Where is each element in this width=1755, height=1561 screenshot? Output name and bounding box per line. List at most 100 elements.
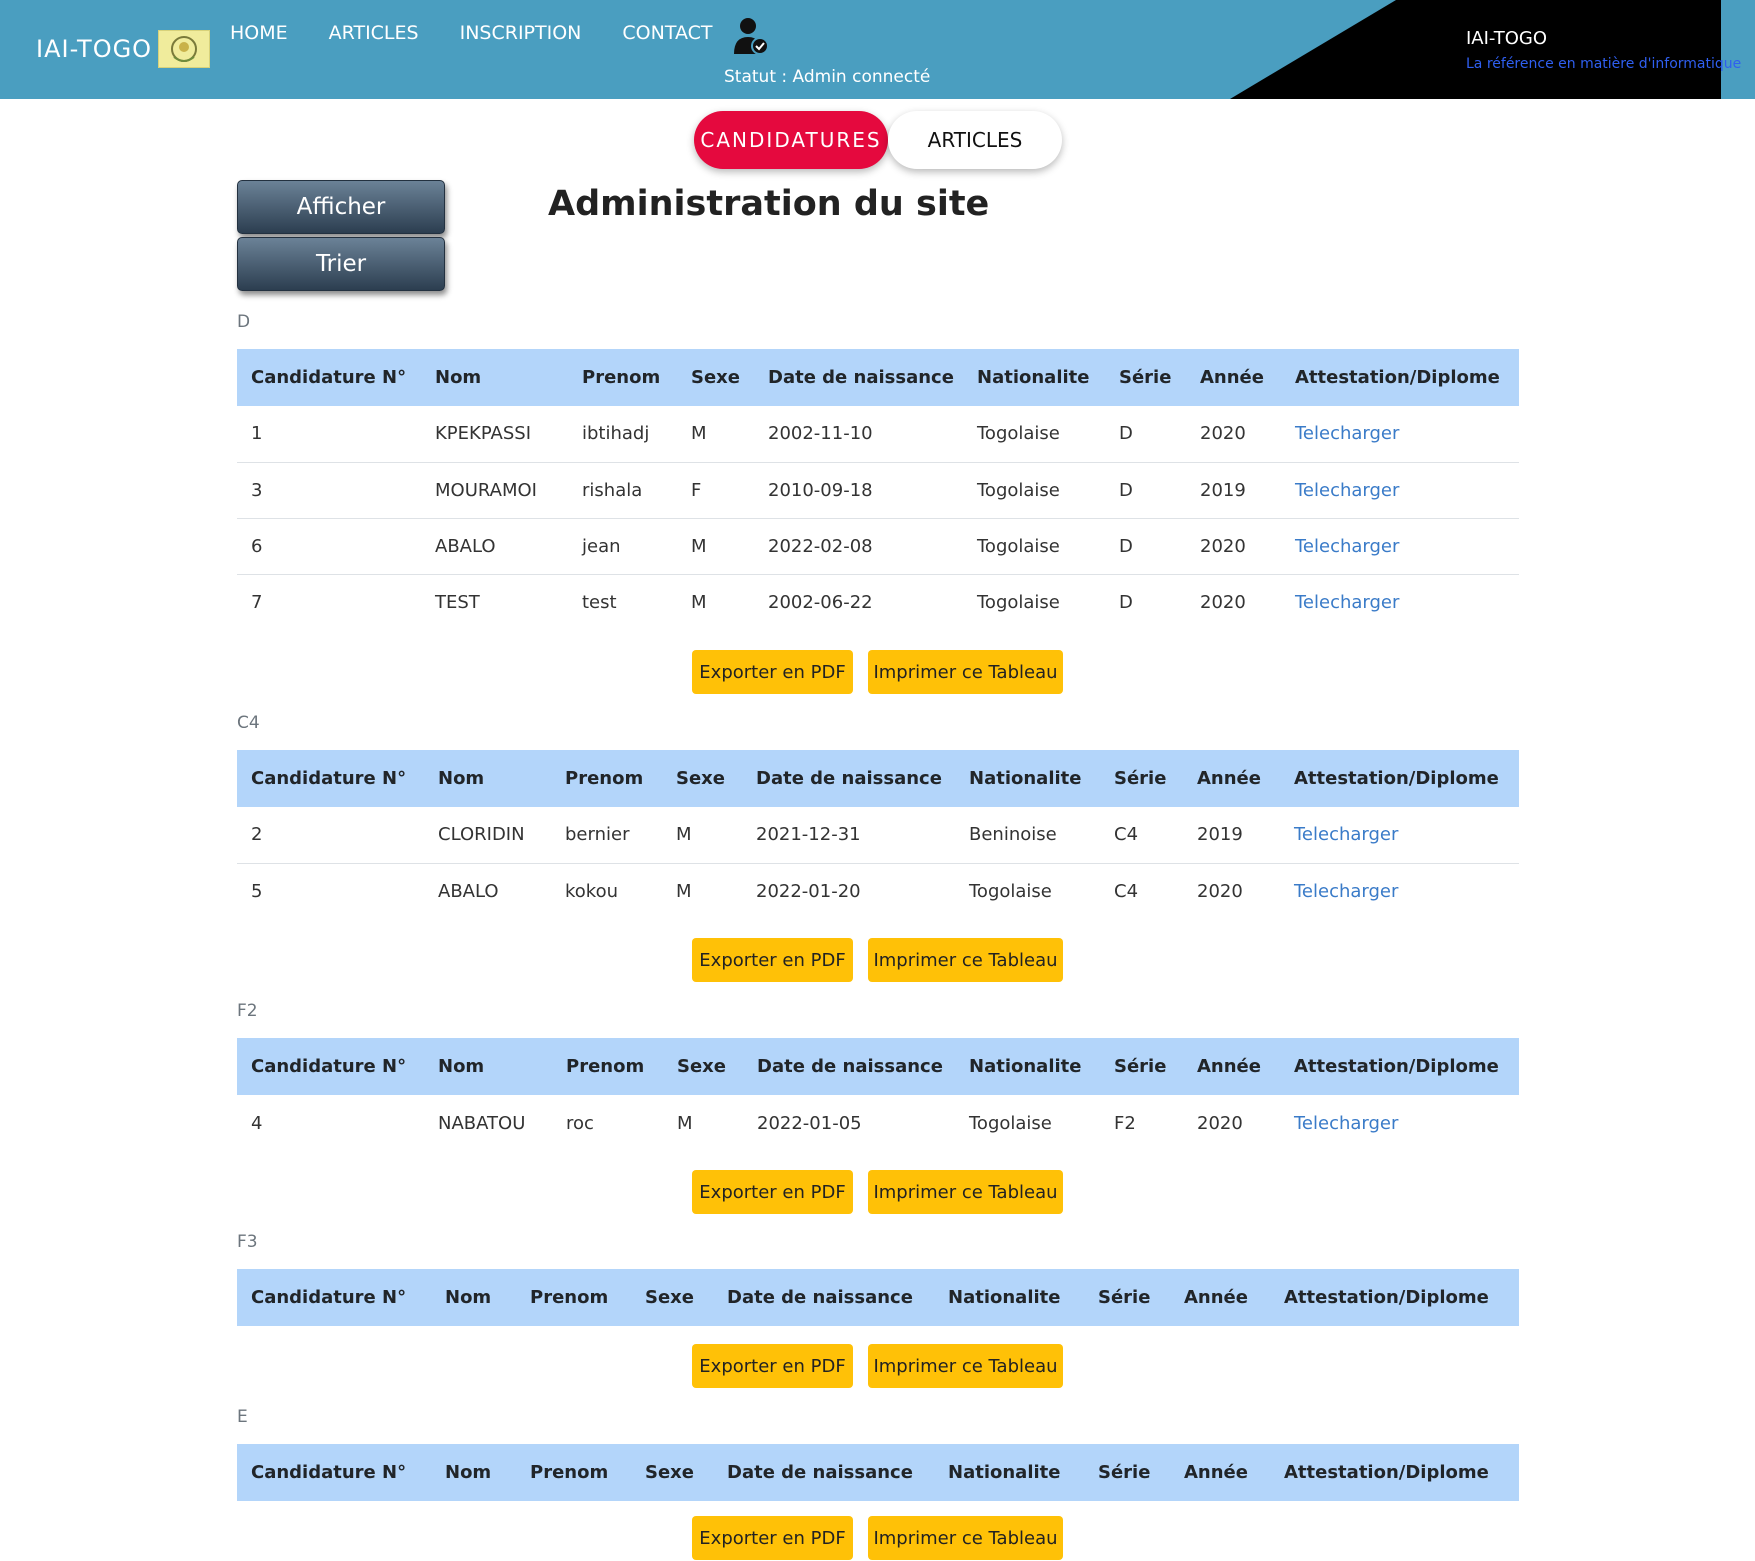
download-link[interactable]: Telecharger: [1294, 881, 1398, 902]
download-link[interactable]: Telecharger: [1294, 1113, 1398, 1134]
column-header: Série: [1084, 1269, 1170, 1326]
column-header: Année: [1183, 750, 1280, 807]
cell: 2019: [1197, 824, 1243, 846]
cell: 2020: [1197, 1112, 1243, 1134]
header-accent-panel: [1230, 0, 1721, 99]
column-header: Candidature N°: [237, 750, 424, 807]
export-pdf-button[interactable]: Exporter en PDF: [692, 938, 853, 982]
cell: 2002-06-22: [754, 573, 963, 630]
tab-candidatures[interactable]: CANDIDATURES: [694, 111, 888, 169]
column-header: Série: [1105, 349, 1186, 406]
cell: 2022-01-20: [742, 862, 955, 919]
column-header: Nom: [424, 750, 551, 807]
nav-home[interactable]: HOME: [230, 22, 288, 44]
column-header: Prenom: [516, 1269, 631, 1326]
download-link[interactable]: Telecharger: [1295, 536, 1399, 557]
cell: ibtihadj: [582, 423, 650, 445]
download-link[interactable]: Telecharger: [1295, 592, 1399, 613]
cell: 5: [237, 862, 424, 919]
cell: Togolaise: [955, 862, 1100, 919]
export-pdf-button[interactable]: Exporter en PDF: [692, 1344, 853, 1388]
section-label-c4: C4: [237, 713, 260, 733]
column-header: Date de naissance: [742, 750, 955, 807]
cell: CLORIDIN: [438, 824, 525, 846]
cell: M: [677, 517, 754, 574]
cell: 2020: [1186, 573, 1281, 630]
download-link[interactable]: Telecharger: [1294, 824, 1398, 845]
cell: D: [1119, 423, 1133, 445]
nav-articles[interactable]: ARTICLES: [329, 22, 419, 44]
candidates-table-f2: Candidature N° Nom Prenom Sexe Date de n…: [237, 1038, 1519, 1151]
candidates-table-d: Candidature N° Nom Prenom Sexe Date de n…: [237, 349, 1519, 630]
table-row: 6 ABALO jean M 2022-02-08 Togolaise D 20…: [237, 517, 1519, 574]
cell: 2002-11-10: [768, 423, 873, 445]
cell: C4: [1100, 862, 1183, 919]
cell: Telecharger: [1280, 1095, 1519, 1151]
cell: Telecharger: [1280, 807, 1519, 863]
nav-inscription[interactable]: INSCRIPTION: [460, 22, 582, 44]
cell: 2019: [1186, 461, 1281, 518]
cell: ABALO: [424, 862, 551, 919]
column-header: Nationalite: [934, 1269, 1084, 1326]
cell: 7: [237, 573, 421, 630]
cell: F: [677, 461, 754, 518]
nav-contact[interactable]: CONTACT: [622, 22, 712, 44]
cell: F2: [1114, 1112, 1136, 1134]
cell: NABATOU: [438, 1112, 526, 1134]
column-header: Attestation/Diplome: [1280, 750, 1519, 807]
cell: D: [1105, 517, 1186, 574]
table-row: 7 TEST test M 2002-06-22 Togolaise D 202…: [237, 573, 1519, 630]
column-header: Sexe: [631, 1444, 713, 1501]
column-header: Prenom: [516, 1444, 631, 1501]
print-table-button[interactable]: Imprimer ce Tableau: [868, 1344, 1063, 1388]
cell: TEST: [421, 573, 568, 630]
cell: M: [676, 824, 692, 846]
print-table-button[interactable]: Imprimer ce Tableau: [868, 1516, 1063, 1560]
cell: M: [691, 423, 707, 445]
cell: D: [1105, 573, 1186, 630]
column-header: Candidature N°: [237, 349, 421, 406]
print-table-button[interactable]: Imprimer ce Tableau: [868, 650, 1063, 694]
school-logo-icon: [158, 30, 211, 68]
cell: jean: [568, 517, 677, 574]
brand[interactable]: IAI-TOGO: [36, 30, 211, 68]
download-link[interactable]: Telecharger: [1295, 423, 1399, 444]
candidates-table-e: Candidature N° Nom Prenom Sexe Date de n…: [237, 1444, 1519, 1501]
section-label-f3: F3: [237, 1232, 258, 1252]
column-header: Date de naissance: [743, 1038, 955, 1095]
export-pdf-button[interactable]: Exporter en PDF: [692, 1516, 853, 1560]
cell: KPEKPASSI: [435, 423, 532, 445]
column-header: Année: [1170, 1269, 1270, 1326]
main-nav: HOME ARTICLES INSCRIPTION CONTACT: [230, 22, 754, 44]
afficher-button[interactable]: Afficher: [237, 180, 445, 234]
cell: Togolaise: [969, 1112, 1052, 1134]
cell: Telecharger: [1280, 862, 1519, 919]
table-row: 4 NABATOU roc M 2022-01-05 Togolaise F2 …: [237, 1095, 1519, 1151]
column-header: Série: [1100, 1038, 1183, 1095]
table-header-row: Candidature N° Nom Prenom Sexe Date de n…: [237, 1038, 1519, 1095]
print-table-button[interactable]: Imprimer ce Tableau: [868, 1170, 1063, 1214]
print-table-button[interactable]: Imprimer ce Tableau: [868, 938, 1063, 982]
export-pdf-button[interactable]: Exporter en PDF: [692, 650, 853, 694]
cell: C4: [1114, 824, 1139, 846]
table-row: 3 MOURAMOI rishala F 2010-09-18 Togolais…: [237, 461, 1519, 518]
cell: 6: [237, 517, 421, 574]
cell: Togolaise: [963, 461, 1105, 518]
column-header: Série: [1084, 1444, 1170, 1501]
cell: D: [1105, 461, 1186, 518]
column-header: Sexe: [662, 750, 742, 807]
column-header: Candidature N°: [237, 1269, 431, 1326]
table-actions-f3: Exporter en PDF Imprimer ce Tableau: [692, 1344, 1063, 1388]
cell: rishala: [568, 461, 677, 518]
tab-articles[interactable]: ARTICLES: [888, 111, 1062, 169]
cell: 3: [237, 461, 421, 518]
export-pdf-button[interactable]: Exporter en PDF: [692, 1170, 853, 1214]
admin-user-icon[interactable]: [733, 16, 769, 60]
trier-button[interactable]: Trier: [237, 237, 445, 291]
download-link[interactable]: Telecharger: [1295, 480, 1399, 501]
cell: Togolaise: [963, 517, 1105, 574]
column-header: Sexe: [677, 349, 754, 406]
cell: M: [677, 1112, 693, 1134]
cell: Telecharger: [1281, 406, 1519, 462]
cell: 2020: [1186, 517, 1281, 574]
